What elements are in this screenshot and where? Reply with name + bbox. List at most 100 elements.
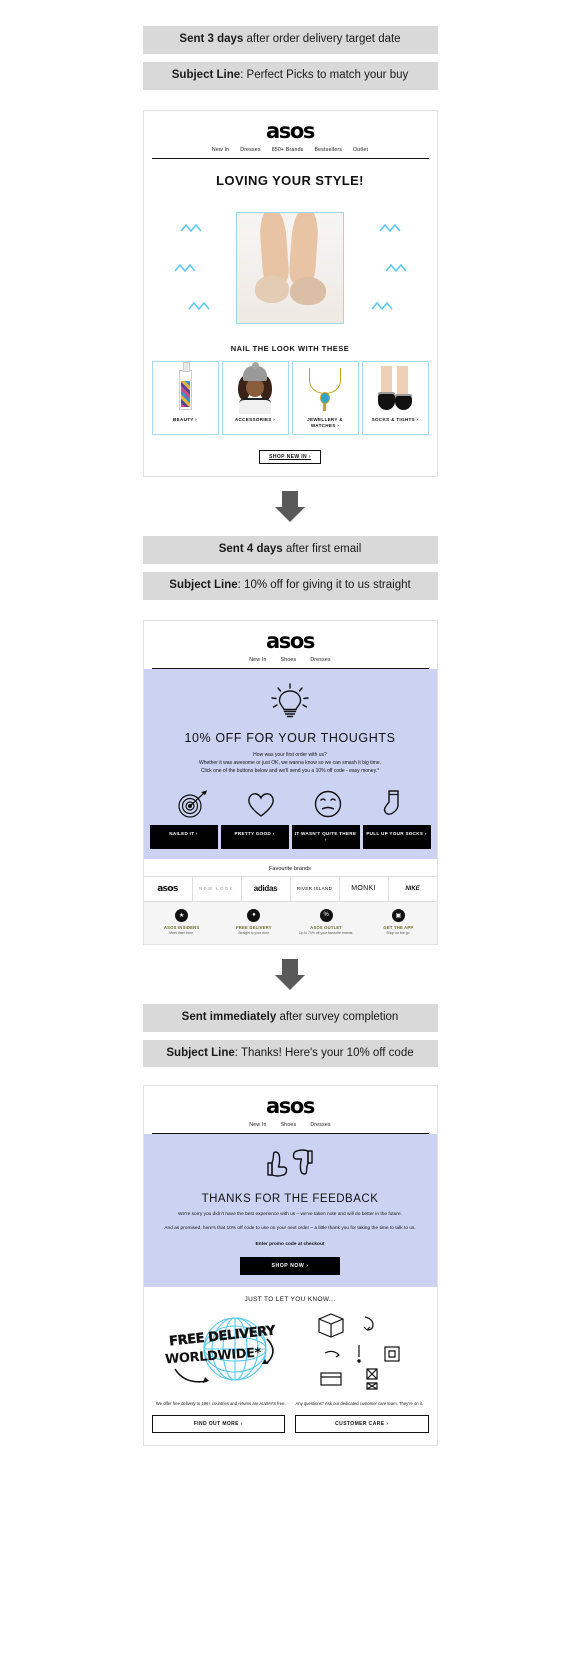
nav-item-dresses[interactable]: Dresses [310,1122,330,1128]
asos-logo: asos [266,118,315,143]
category-card-beauty[interactable]: BEAUTY › [151,360,219,435]
free-delivery-graphic: FREE DELIVERY WORLDWIDE* [144,1307,437,1399]
zigzag-icon [179,220,202,232]
nav-item-new-in[interactable]: New In [249,1122,266,1128]
perk-sub: Meet them here. [169,930,194,935]
email1-nav: New In Dresses 850+ Brands Bestsellers O… [151,142,429,159]
doodle-icons [297,1309,417,1393]
timing-rest-1: after order delivery target date [243,33,401,45]
shop-now-button[interactable]: SHOP NOW › [239,1256,341,1275]
nav-item-shoes[interactable]: Shoes [281,1122,297,1128]
zigzag-icon [187,298,210,310]
app-icon: ▣ [391,908,405,922]
perk-asos-outlet[interactable]: % ASOS OUTLET Up to 70% off your favouri… [290,908,362,936]
socks-icon [363,362,428,414]
perk-get-the-app[interactable]: ▣ GET THE APP Shop on the go. [362,908,434,936]
brand-label: RIVER ISLAND [296,886,333,892]
brand-asos[interactable]: asos [144,876,193,901]
outlet-icon: % [319,908,333,922]
survey-button-not-quite[interactable]: IT WASN'T QUITE THERE › [291,824,360,849]
brand-label: MONKI [351,885,376,893]
email1-cta-wrap: SHOP NEW IN › [144,435,437,476]
survey-button-pull-up-socks[interactable]: PULL UP YOUR SOCKS › [362,824,431,849]
timing-prefix-3: Sent immediately [181,1010,277,1023]
asos-logo: asos [266,628,315,653]
nav-item-dresses[interactable]: Dresses [310,657,330,663]
nail-polish-icon [153,361,218,414]
nav-item-new-in[interactable]: New In [249,657,266,663]
category-card-jewellery[interactable]: JEWELLERY & WATCHES › [291,360,359,435]
flow-arrow-1 [0,490,580,522]
subject-label-3: Subject Line [166,1046,235,1059]
subject-label-2: Subject Line [169,578,238,591]
subject-banner-2: Subject Line: 10% off for giving it to u… [142,571,438,600]
nav-item-shoes[interactable]: Shoes [281,657,297,663]
sock-icon [383,789,399,815]
nav-item-dresses[interactable]: Dresses [240,147,260,153]
email1-subhead: NAIL THE LOOK WITH THESE [230,343,350,353]
zigzag-icon [384,260,407,272]
perk-asos-insiders[interactable]: ★ ASOS INSIDERS Meet them here. [146,908,218,936]
delivery-icon: ● [247,908,261,922]
lightbulb-icon [271,682,309,717]
email3-headline: THANKS FOR THE FEEDBACK [201,1193,379,1206]
email1-headline: LOVING YOUR STYLE! [216,172,364,188]
shop-new-in-button[interactable]: SHOP NEW IN › [259,449,321,464]
timing-prefix-1: Sent 3 days [179,33,244,45]
email3-body-line-1: We're sorry you didn't have the best exp… [178,1212,402,1218]
zigzag-icon [370,298,393,310]
timing-banner-3: Sent immediately after survey completion [142,1003,438,1032]
perk-row: ★ ASOS INSIDERS Meet them here. ● FREE D… [143,901,437,944]
email2-body-line-3: Click one of the buttons below and we'll… [200,767,380,774]
perk-free-delivery[interactable]: ● FREE DELIVERY Straight to your door. [218,908,290,936]
timing-prefix-2: Sent 4 days [218,542,283,555]
flow-arrow-2 [0,958,580,990]
nav-item-outlet[interactable]: Outlet [353,147,368,153]
email3-hero: THANKS FOR THE FEEDBACK We're sorry you … [143,1134,437,1287]
free-delivery-worldwide-art: FREE DELIVERY WORLDWIDE* [163,1309,293,1393]
brand-new-look[interactable]: NEW LOOK [193,876,242,901]
email3-promo-note: Enter promo code at checkout [255,1241,325,1247]
nav-item-bestsellers[interactable]: Bestsellers [314,147,342,153]
footer-columns: We offer free delivery to 196+ countries… [144,1399,437,1412]
heart-icon [248,792,275,817]
nav-item-brands[interactable]: 850+ Brands [272,147,304,153]
brand-adidas[interactable]: adidas [242,876,291,901]
email3-nav: New In Shoes Dresses [151,1117,429,1135]
subject-text-2: : 10% off for giving it to us straight [237,578,411,591]
subject-banner-3: Subject Line: Thanks! Here's your 10% of… [142,1039,438,1068]
perk-title: ASOS INSIDERS [163,924,200,930]
target-icon [178,789,208,818]
email2-emoji-row [144,783,437,825]
brand-nike[interactable]: NIKE [389,877,437,901]
brand-row: asos NEW LOOK adidas RIVER ISLAND MONKI … [143,875,437,902]
survey-button-nailed-it[interactable]: NAILED IT › [149,824,218,849]
category-label: ACCESSORIES › [234,416,276,422]
perk-sub: Shop on the go. [386,930,411,935]
necklace-icon [293,362,358,414]
brand-monki[interactable]: MONKI [340,876,389,901]
email-preview-2: asos New In Shoes Dresses 10% OFF FOR YO… [142,619,438,945]
find-out-more-button[interactable]: FIND OUT MORE › [151,1415,285,1434]
footer-text-right: Any questions? Ask our dedicated custome… [295,1400,424,1406]
category-card-socks[interactable]: SOCKS & TIGHTS › [361,360,429,435]
email3-body-line-2: And as promised, here's that 10% off cod… [164,1226,416,1232]
email2-hero: 10% OFF FOR YOUR THOUGHTS How was your f… [144,669,437,783]
insiders-icon: ★ [175,908,189,922]
category-label: JEWELLERY & WATCHES › [307,416,343,428]
nav-item-new-in[interactable]: New In [212,147,229,153]
customer-care-button[interactable]: CUSTOMER CARE › [295,1415,429,1434]
perk-sub: Up to 70% off your favourite brands. [299,930,354,935]
survey-button-pretty-good[interactable]: PRETTY GOOD › [220,824,289,849]
timing-banner-2: Sent 4 days after first email [142,535,438,564]
perk-sub: Straight to your door. [238,930,270,935]
survey-button-row: NAILED IT › PRETTY GOOD › IT WASN'T QUIT… [144,824,437,859]
email3-header: asos New In Shoes Dresses [143,1086,437,1135]
hero-product-image[interactable] [236,211,344,324]
brand-river-island[interactable]: RIVER ISLAND [291,876,340,901]
neutral-face-icon [314,790,342,817]
email-preview-3: asos New In Shoes Dresses THANKS FOR THE… [142,1085,438,1447]
footer-buttons: FIND OUT MORE › CUSTOMER CARE › [144,1411,437,1445]
category-card-accessories[interactable]: ACCESSORIES › [221,360,289,435]
email2-headline: 10% OFF FOR YOUR THOUGHTS [184,730,396,745]
